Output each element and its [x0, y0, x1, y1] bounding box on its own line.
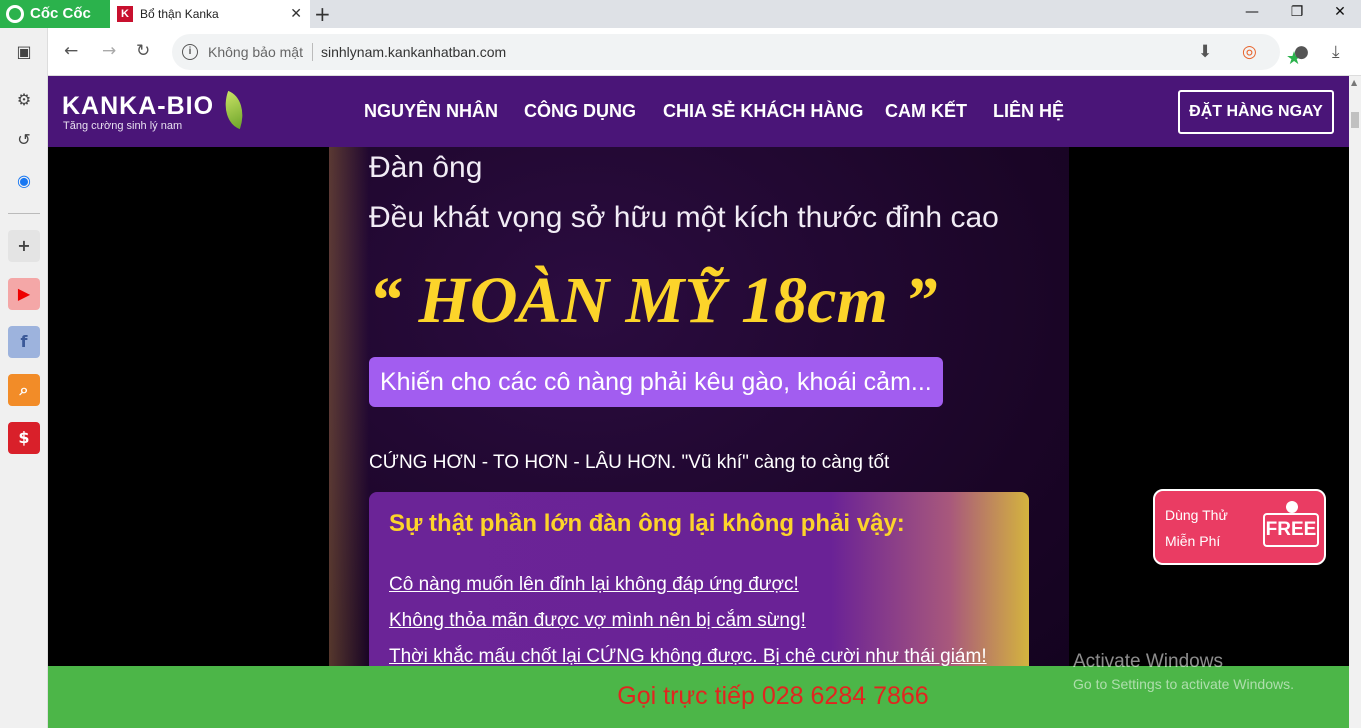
hero-tagline: CỨNG HƠN - TO HƠN - LÂU HƠN. "Vũ khí" cà…: [369, 452, 890, 473]
close-window-button[interactable]: ✕: [1317, 4, 1361, 20]
hero-glow: [329, 147, 369, 666]
history-icon[interactable]: ↺: [14, 130, 34, 150]
nav-nguyen-nhan[interactable]: NGUYÊN NHÂN: [364, 101, 498, 122]
back-arrow-icon[interactable]: ←: [64, 41, 78, 61]
free-tag-icon: FREE: [1263, 513, 1319, 547]
profile-icon[interactable]: ●: [1294, 42, 1309, 62]
browser-window: Cốc Cốc K Bổ thận Kanka ✕ + — ❐ ✕ ▣ ⚙ ↺ …: [0, 0, 1361, 728]
hero-section: Đàn ông Đều khát vọng sở hữu một kích th…: [329, 147, 1069, 666]
nav-cong-dung[interactable]: CÔNG DỤNG: [524, 101, 636, 122]
address-toolbar: ← → ↻ i Không bảo mật sinhlynam.kankanha…: [48, 28, 1361, 76]
minimize-button[interactable]: —: [1229, 4, 1275, 20]
logo-tagline: Tăng cường sinh lý nam: [63, 120, 183, 132]
hero-pill: Khiến cho các cô nàng phải kêu gào, khoá…: [369, 357, 943, 407]
search-app-icon[interactable]: ⌕: [8, 374, 40, 406]
truth-item[interactable]: Thời khắc mấu chốt lại CỨNG không được. …: [389, 646, 987, 666]
url-text[interactable]: sinhlynam.kankanhatban.com: [321, 44, 506, 60]
scroll-up-icon[interactable]: ▲: [1351, 78, 1357, 87]
scroll-thumb[interactable]: [1351, 112, 1359, 128]
activate-windows-title: Activate Windows: [1073, 651, 1223, 672]
reload-icon[interactable]: ↻: [136, 41, 150, 61]
tab-title: Bổ thận Kanka: [140, 7, 219, 21]
truth-item[interactable]: Không thỏa mãn được vợ mình nên bị cắm s…: [389, 610, 806, 632]
extension-icon[interactable]: ◎: [1242, 42, 1257, 62]
coccoc-menu-button[interactable]: Cốc Cốc: [0, 0, 110, 28]
leaf-logo-icon: [217, 90, 251, 130]
settings-gear-icon[interactable]: ⚙: [14, 90, 34, 110]
free-trial-line-2: Miễn Phí: [1165, 533, 1221, 549]
nav-cam-ket[interactable]: CAM KẾT: [885, 101, 967, 122]
downloads-icon[interactable]: ⤓: [1332, 42, 1340, 62]
hero-line-2: Đều khát vọng sở hữu một kích thước đỉnh…: [369, 201, 999, 234]
nav-chia-se[interactable]: CHIA SẺ KHÁCH HÀNG: [663, 101, 863, 122]
facebook-icon[interactable]: f: [8, 326, 40, 358]
tab-strip: Cốc Cốc K Bổ thận Kanka ✕ + — ❐ ✕: [0, 0, 1361, 28]
hero-headline: “ HOÀN MỸ 18cm ”: [369, 264, 938, 337]
tag-hole-icon: [1286, 501, 1298, 513]
truth-title: Sự thật phần lớn đàn ông lại không phải …: [389, 510, 905, 537]
activate-windows-subtitle: Go to Settings to activate Windows.: [1073, 676, 1294, 692]
info-icon[interactable]: i: [182, 44, 198, 60]
new-tab-button[interactable]: +: [314, 2, 331, 26]
sidebar-divider: [8, 213, 40, 214]
sidebar-toggle-icon[interactable]: ▣: [14, 42, 34, 62]
page-scrollbar[interactable]: ▲: [1349, 76, 1361, 728]
youtube-icon[interactable]: ▶: [8, 278, 40, 310]
hero-line-1: Đàn ông: [369, 151, 483, 184]
brand-label: Cốc Cốc: [30, 5, 91, 22]
truth-item[interactable]: Cô nàng muốn lên đỉnh lại không đáp ứng …: [389, 574, 799, 596]
site-navbar: KANKA-BIO Tăng cường sinh lý nam NGUYÊN …: [48, 76, 1349, 147]
tab-close-icon[interactable]: ✕: [290, 5, 302, 22]
order-now-button[interactable]: ĐẶT HÀNG NGAY: [1178, 90, 1334, 134]
free-trial-line-1: Dùng Thử: [1165, 507, 1228, 523]
kanka-favicon-icon: K: [117, 6, 133, 22]
maximize-button[interactable]: ❐: [1274, 4, 1320, 20]
free-trial-button[interactable]: Dùng Thử Miễn Phí FREE: [1153, 489, 1326, 565]
security-label: Không bảo mật: [208, 44, 303, 60]
messenger-icon[interactable]: ◉: [14, 171, 34, 191]
coccoc-logo-icon: [6, 5, 24, 23]
site-logo[interactable]: KANKA-BIO: [62, 92, 214, 121]
forward-arrow-icon[interactable]: →: [102, 41, 116, 61]
truth-box: Sự thật phần lớn đàn ông lại không phải …: [369, 492, 1029, 666]
browser-sidebar: ▣ ⚙ ↺ ◉ + ▶ f ⌕ $: [0, 28, 48, 728]
tab-kanka[interactable]: K Bổ thận Kanka ✕: [110, 0, 310, 28]
omnibox-separator: [312, 43, 313, 61]
address-bar[interactable]: i Không bảo mật sinhlynam.kankanhatban.c…: [172, 34, 1302, 70]
add-app-icon[interactable]: +: [8, 230, 40, 262]
download-page-icon[interactable]: ⬇: [1198, 42, 1212, 62]
shopping-app-icon[interactable]: $: [8, 422, 40, 454]
nav-lien-he[interactable]: LIÊN HỆ: [993, 101, 1064, 122]
